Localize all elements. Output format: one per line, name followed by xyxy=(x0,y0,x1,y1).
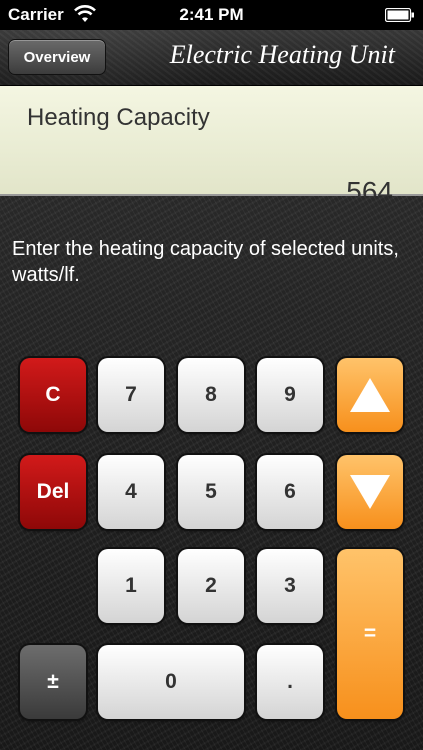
triangle-down-icon xyxy=(350,475,390,509)
decrement-button[interactable] xyxy=(337,455,403,529)
instruction-text: Enter the heating capacity of selected u… xyxy=(12,238,399,286)
key-8[interactable]: 8 xyxy=(178,358,244,432)
key-6[interactable]: 6 xyxy=(257,455,323,529)
display-label: Heating Capacity xyxy=(27,104,210,131)
key-9[interactable]: 9 xyxy=(257,358,323,432)
key-0[interactable]: 0 xyxy=(98,645,244,719)
status-time: 2:41 PM xyxy=(179,5,244,24)
key-7[interactable]: 7 xyxy=(98,358,164,432)
increment-button[interactable] xyxy=(337,358,403,432)
key-4[interactable]: 4 xyxy=(98,455,164,529)
battery-icon xyxy=(384,7,415,23)
key-3[interactable]: 3 xyxy=(257,549,323,623)
key-5[interactable]: 5 xyxy=(178,455,244,529)
navigation-bar: Overview Electric Heating Unit xyxy=(0,30,423,86)
page-title: Electric Heating Unit xyxy=(169,40,395,69)
clear-button[interactable]: C xyxy=(20,358,86,432)
keypad-area: Enter the heating capacity of selected u… xyxy=(0,196,423,750)
value-display: Heating Capacity 564 xyxy=(0,86,423,207)
status-bar: Carrier 2:41 PM xyxy=(0,0,423,30)
triangle-up-icon xyxy=(350,378,390,412)
equals-button[interactable]: = xyxy=(337,549,403,719)
overview-back-button[interactable]: Overview xyxy=(8,39,106,75)
key-1[interactable]: 1 xyxy=(98,549,164,623)
key-2[interactable]: 2 xyxy=(178,549,244,623)
key-decimal[interactable]: . xyxy=(257,645,323,719)
delete-button[interactable]: Del xyxy=(20,455,86,529)
plus-minus-button[interactable]: ± xyxy=(20,645,86,719)
